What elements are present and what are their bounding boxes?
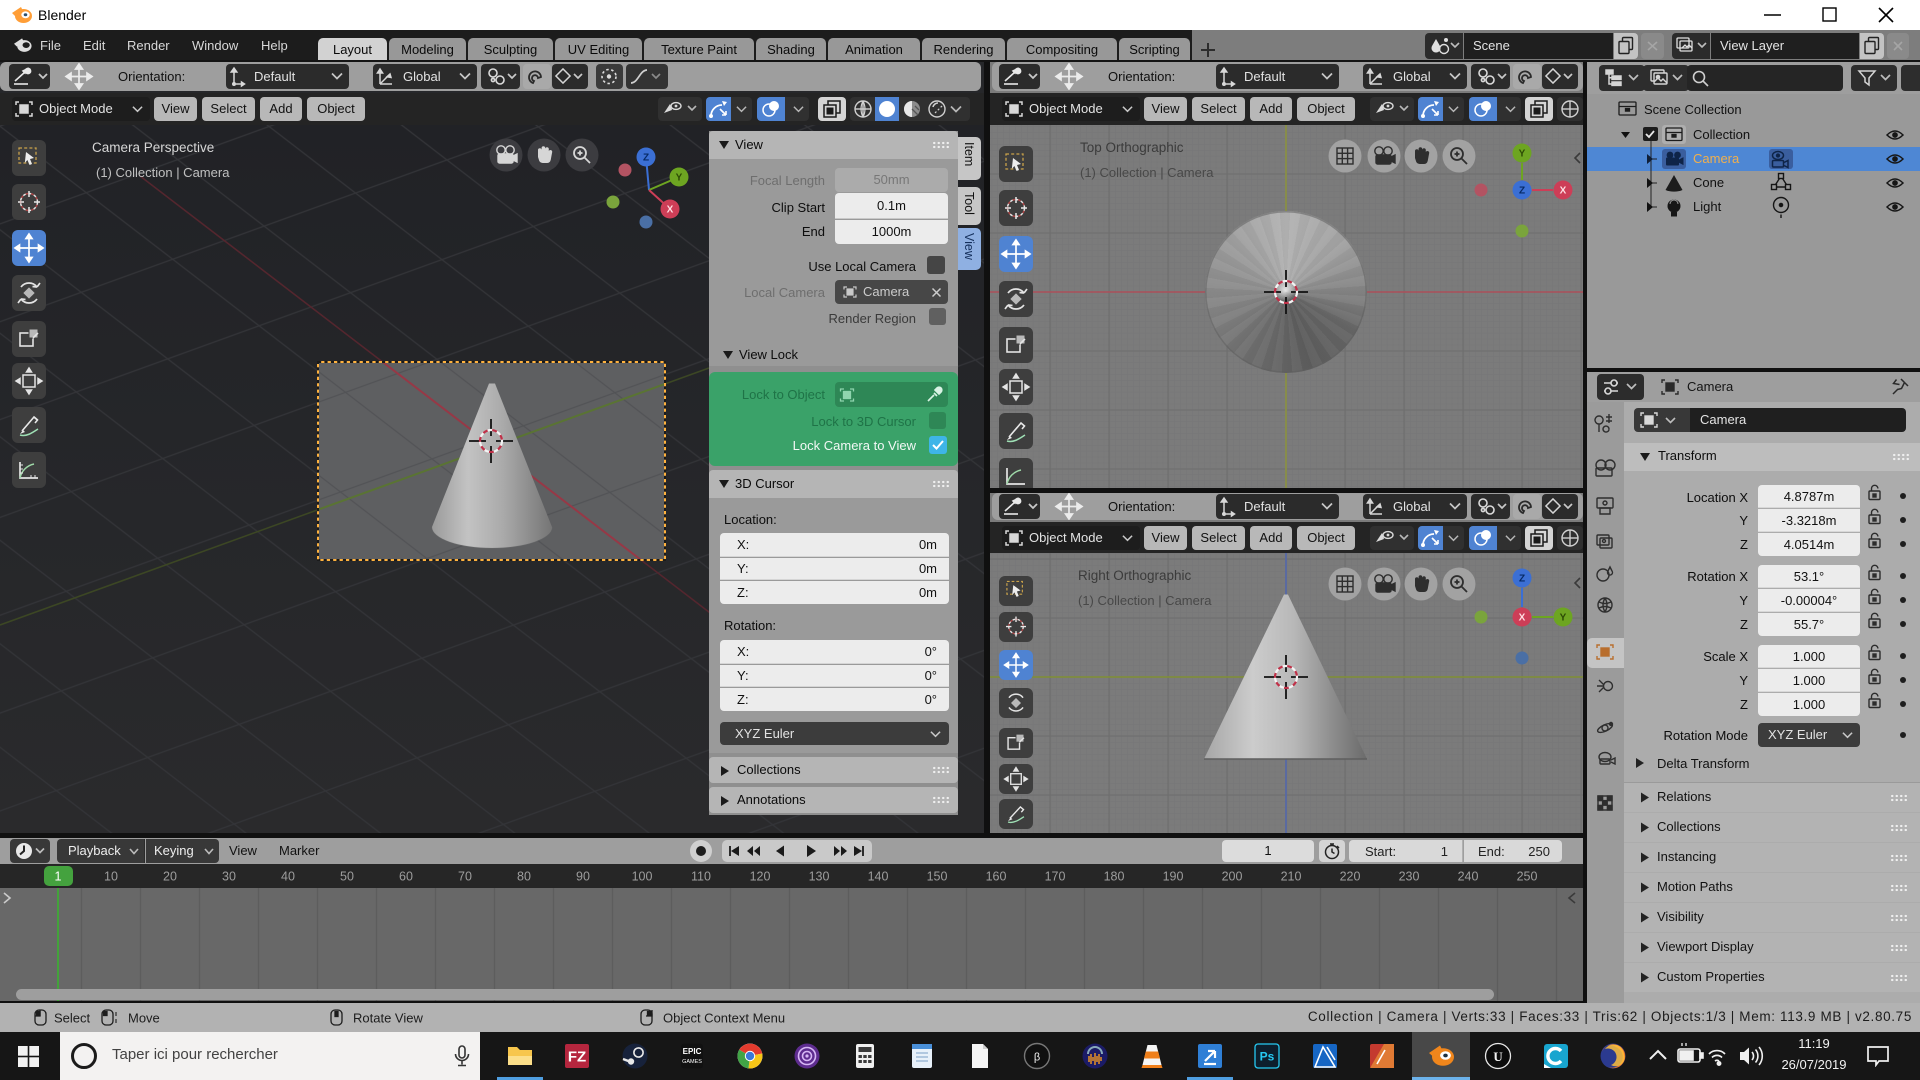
svg-text:Move: Move bbox=[128, 1011, 160, 1026]
svg-text:110: 110 bbox=[691, 870, 711, 884]
svg-text:150: 150 bbox=[927, 870, 948, 884]
svg-text:160: 160 bbox=[986, 870, 1007, 884]
svg-text:X: X bbox=[667, 205, 674, 216]
svg-text:90: 90 bbox=[576, 870, 590, 884]
svg-text:Cone: Cone bbox=[1693, 175, 1724, 190]
svg-text:240: 240 bbox=[1458, 870, 1479, 884]
svg-text:120: 120 bbox=[750, 870, 771, 884]
svg-text:80: 80 bbox=[517, 870, 531, 884]
svg-text:Z: Z bbox=[1519, 186, 1525, 197]
svg-text:Y: Y bbox=[676, 173, 683, 184]
svg-text:GAMES: GAMES bbox=[682, 1059, 702, 1065]
svg-text:(1) Collection | Camera: (1) Collection | Camera bbox=[96, 165, 230, 180]
svg-text:140: 140 bbox=[868, 870, 889, 884]
svg-text:Rotate View: Rotate View bbox=[353, 1011, 423, 1026]
svg-text:U: U bbox=[1493, 1049, 1503, 1064]
svg-text:50: 50 bbox=[340, 870, 354, 884]
svg-text:Collection: Collection bbox=[1693, 127, 1750, 142]
svg-text:230: 230 bbox=[1399, 870, 1420, 884]
svg-text:180: 180 bbox=[1104, 870, 1125, 884]
svg-text:210: 210 bbox=[1281, 870, 1302, 884]
svg-text:FZ: FZ bbox=[568, 1049, 586, 1066]
svg-text:(1) Collection | Camera: (1) Collection | Camera bbox=[1078, 593, 1212, 608]
svg-text:220: 220 bbox=[1340, 870, 1361, 884]
svg-text:Right Orthographic: Right Orthographic bbox=[1078, 568, 1192, 583]
svg-text:170: 170 bbox=[1045, 870, 1066, 884]
svg-text:Top Orthographic: Top Orthographic bbox=[1080, 140, 1184, 155]
svg-text:Z: Z bbox=[1519, 574, 1525, 585]
svg-text:X: X bbox=[1560, 186, 1567, 197]
svg-text:130: 130 bbox=[809, 870, 830, 884]
svg-text:70: 70 bbox=[458, 870, 472, 884]
svg-text:(1) Collection | Camera: (1) Collection | Camera bbox=[1080, 165, 1214, 180]
svg-text:Ps: Ps bbox=[1260, 1050, 1275, 1064]
svg-text:1: 1 bbox=[55, 870, 62, 884]
svg-text:Object Context Menu: Object Context Menu bbox=[663, 1011, 785, 1026]
svg-text:EPIC: EPIC bbox=[683, 1047, 702, 1056]
svg-text:Select: Select bbox=[54, 1011, 91, 1026]
svg-text:X: X bbox=[1519, 613, 1526, 624]
svg-text:60: 60 bbox=[399, 870, 413, 884]
svg-text:Camera: Camera bbox=[1693, 151, 1740, 166]
svg-text:Camera Perspective: Camera Perspective bbox=[92, 140, 214, 155]
svg-text:10: 10 bbox=[104, 870, 118, 884]
svg-text:Y: Y bbox=[1519, 149, 1526, 160]
svg-text:Y: Y bbox=[1560, 613, 1567, 624]
svg-text:Z: Z bbox=[643, 153, 649, 164]
svg-text:β: β bbox=[1034, 1052, 1040, 1064]
svg-text:40: 40 bbox=[281, 870, 295, 884]
svg-text:200: 200 bbox=[1222, 870, 1243, 884]
svg-text:250: 250 bbox=[1517, 870, 1538, 884]
svg-text:20: 20 bbox=[163, 870, 177, 884]
svg-text:Light: Light bbox=[1693, 199, 1722, 214]
svg-text:100: 100 bbox=[632, 870, 653, 884]
svg-text:Scene Collection: Scene Collection bbox=[1644, 102, 1742, 117]
svg-text:30: 30 bbox=[222, 870, 236, 884]
svg-text:190: 190 bbox=[1163, 870, 1184, 884]
